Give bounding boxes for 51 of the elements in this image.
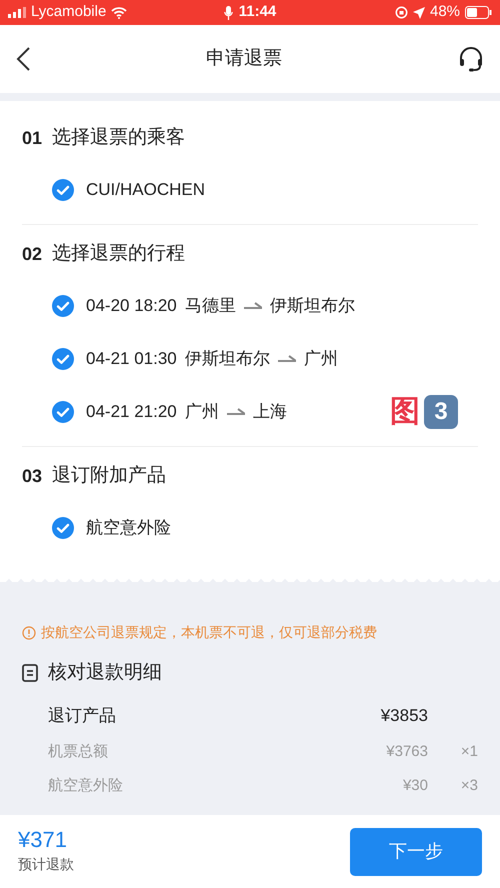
arrival-city: 广州 — [304, 348, 338, 370]
annotation-label: 图 — [390, 396, 420, 426]
quantity-label: ×3 — [460, 776, 478, 794]
option-label: 航空意外险 — [86, 516, 171, 539]
refund-total-label: 预计退款 — [18, 854, 75, 874]
section-number: 01 — [22, 126, 42, 150]
section-number: 03 — [22, 464, 42, 488]
headset-icon[interactable] — [458, 46, 484, 72]
section-number: 02 — [22, 242, 42, 266]
signal-icon — [8, 7, 26, 18]
option-label: CUI/HAOCHEN — [86, 178, 206, 201]
warning-icon — [22, 626, 36, 640]
departure-city: 伊斯坦布尔 — [184, 348, 270, 370]
refund-total: ¥371 — [18, 828, 68, 850]
flight-time: 04-20 18:20 — [86, 294, 177, 317]
refund-item-label: 机票总额 — [48, 742, 109, 762]
arrival-city: 上海 — [252, 400, 287, 423]
refund-item-label: 退订产品 — [48, 705, 117, 728]
refund-amount: ¥3853 — [380, 705, 428, 728]
checkbox-checked-icon[interactable] — [52, 400, 74, 422]
flight-time: 04-21 21:20 — [86, 400, 177, 423]
checkbox-checked-icon[interactable] — [52, 516, 74, 538]
refund-notice: 按航空公司退票规定，本机票不可退，仅可退部分税费 — [41, 623, 377, 642]
page-title: 申请退票 — [205, 46, 283, 71]
checkbox-checked-icon[interactable] — [52, 294, 74, 316]
annotation-badge: 3 — [424, 394, 458, 428]
refund-detail-title: 核对退款明细 — [48, 660, 162, 685]
location-icon — [412, 6, 425, 18]
section-title: 退订附加产品 — [52, 464, 166, 488]
carrier-name: Lycamobile — [31, 2, 106, 22]
refund-amount: ¥30 — [402, 776, 428, 796]
section-title: 选择退票的乘客 — [52, 126, 186, 150]
rotation-lock-icon — [394, 6, 408, 19]
quantity-label: ×1 — [460, 742, 478, 760]
battery-icon — [465, 6, 492, 19]
checkbox-checked-icon[interactable] — [52, 178, 74, 200]
section-title: 选择退票的行程 — [52, 242, 186, 266]
receipt-icon — [22, 664, 38, 682]
microphone-icon — [224, 6, 233, 20]
wifi-icon — [111, 6, 128, 18]
departure-city: 马德里 — [184, 294, 236, 317]
arrival-city: 伊斯坦布尔 — [270, 294, 355, 317]
next-button[interactable]: 下一步 — [350, 828, 482, 876]
refund-item-label: 航空意外险 — [48, 776, 124, 796]
refund-amount: ¥3763 — [385, 742, 428, 762]
checkbox-checked-icon[interactable] — [52, 348, 74, 370]
flight-time: 04-21 01:30 — [86, 348, 177, 370]
battery-percent: 48% — [430, 2, 460, 22]
back-icon[interactable] — [16, 47, 30, 71]
departure-city: 广州 — [184, 400, 219, 423]
clock-time: 11:44 — [238, 2, 276, 22]
